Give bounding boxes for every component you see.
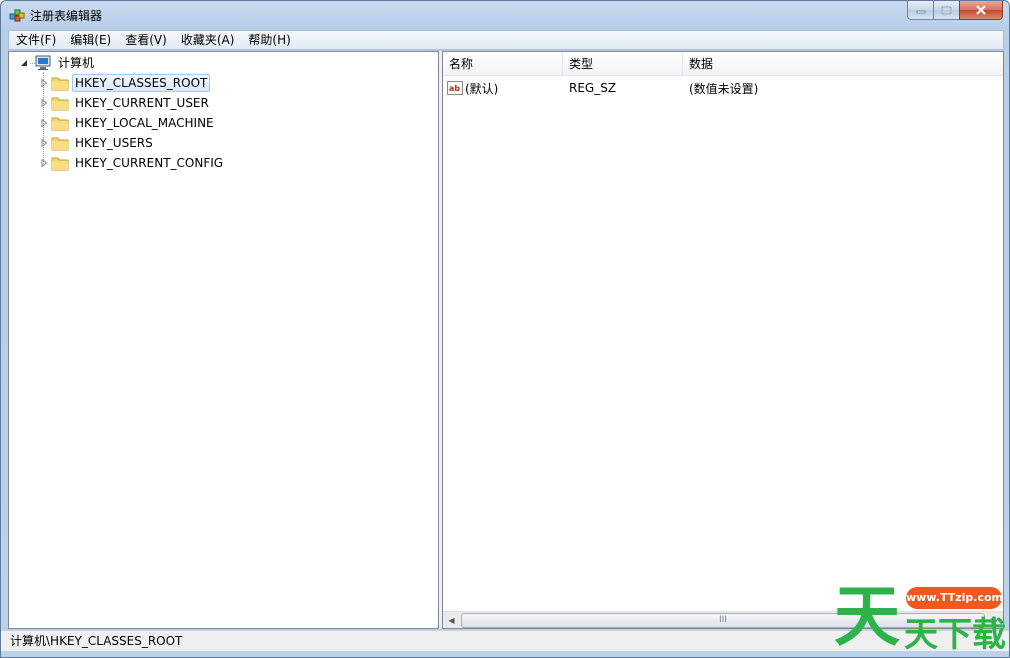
- title-bar[interactable]: 注册表编辑器: [1, 1, 1009, 30]
- string-value-icon: ab: [447, 81, 463, 95]
- tree-node-hkey-classes-root[interactable]: HKEY_CLASSES_ROOT: [39, 73, 211, 93]
- menu-file[interactable]: 文件(F): [9, 31, 63, 49]
- watermark-char-3: 下: [938, 615, 972, 655]
- menu-bar: 文件(F) 编辑(E) 查看(V) 收藏夹(A) 帮助(H): [8, 30, 1004, 50]
- registry-editor-window: 注册表编辑器 文件(F) 编辑(E) 查看(V) 收藏夹(A) 帮助(H) 计算…: [0, 0, 1010, 658]
- tree-connector: [30, 62, 35, 64]
- folder-icon: [51, 117, 69, 131]
- window-title: 注册表编辑器: [30, 9, 103, 23]
- collapse-arrow-icon[interactable]: [19, 58, 29, 68]
- folder-icon: [51, 137, 69, 151]
- folder-icon: [51, 157, 69, 171]
- list-item[interactable]: ab (默认) REG_SZ (数值未设置): [443, 78, 1003, 98]
- tree-label-hkey-users: HKEY_USERS: [75, 136, 153, 150]
- value-data: (数值未设置): [689, 81, 759, 96]
- maximize-icon: [941, 5, 952, 15]
- scroll-left-arrow-icon[interactable]: ◀: [443, 612, 460, 628]
- list-header: 名称 类型 数据: [443, 52, 1003, 76]
- tree-label-computer: 计算机: [58, 56, 95, 70]
- tree-label-hkey-current-config: HKEY_CURRENT_CONFIG: [75, 156, 224, 170]
- watermark-url: www.TTzip.com: [906, 587, 1003, 609]
- menu-edit[interactable]: 编辑(E): [63, 31, 118, 49]
- watermark-char-1: 天: [834, 578, 900, 655]
- status-path: 计算机\HKEY_CLASSES_ROOT: [10, 634, 183, 648]
- menu-help[interactable]: 帮助(H): [241, 31, 297, 49]
- value-name: (默认): [465, 81, 499, 96]
- registry-editor-icon: [9, 9, 25, 22]
- close-button[interactable]: [959, 1, 1003, 20]
- tree-node-hkey-current-user[interactable]: HKEY_CURRENT_USER: [39, 93, 212, 113]
- minimize-icon: [916, 10, 925, 14]
- watermark-char-2: 天: [904, 615, 938, 655]
- expand-arrow-icon[interactable]: [39, 138, 49, 148]
- tree-node-hkey-users[interactable]: HKEY_USERS: [39, 133, 156, 153]
- expand-arrow-icon[interactable]: [39, 158, 49, 168]
- minimize-button[interactable]: [907, 1, 933, 20]
- folder-icon: [51, 77, 69, 91]
- tree-node-computer[interactable]: 计算机: [19, 53, 97, 73]
- folder-icon: [51, 97, 69, 111]
- tree-node-hkey-local-machine[interactable]: HKEY_LOCAL_MACHINE: [39, 113, 217, 133]
- tree-node-hkey-current-config[interactable]: HKEY_CURRENT_CONFIG: [39, 153, 226, 173]
- tree-label-hkey-local-machine: HKEY_LOCAL_MACHINE: [75, 116, 214, 130]
- maximize-button[interactable]: [933, 1, 959, 20]
- expand-arrow-icon[interactable]: [39, 98, 49, 108]
- thumb-grip: III: [719, 615, 727, 625]
- expand-arrow-icon[interactable]: [39, 118, 49, 128]
- expand-arrow-icon[interactable]: [39, 78, 49, 88]
- watermark-logo: www.TTzip.com 天 天 下 载: [830, 580, 1008, 658]
- value-type: REG_SZ: [569, 81, 617, 95]
- cell-name: ab (默认): [443, 80, 563, 97]
- column-header-type[interactable]: 类型: [563, 52, 683, 76]
- computer-icon: [35, 55, 51, 70]
- caption-buttons: [907, 1, 1003, 20]
- tree-pane[interactable]: 计算机 HKEY_CLASSES_ROOT HKEY_CURRENT_USER …: [8, 51, 439, 629]
- column-header-name[interactable]: 名称: [443, 52, 563, 76]
- menu-favorites[interactable]: 收藏夹(A): [174, 31, 242, 49]
- close-icon: [976, 5, 986, 15]
- column-header-data[interactable]: 数据: [683, 52, 1003, 76]
- tree-label-hkey-classes-root: HKEY_CLASSES_ROOT: [72, 74, 211, 92]
- watermark-char-4: 载: [972, 615, 1006, 655]
- svg-text:ab: ab: [449, 84, 460, 93]
- values-pane[interactable]: 名称 类型 数据 ab (默认) REG_SZ (数值未设置) ◀ III ▶: [442, 51, 1004, 629]
- menu-view[interactable]: 查看(V): [118, 31, 174, 49]
- tree-label-hkey-current-user: HKEY_CURRENT_USER: [75, 96, 209, 110]
